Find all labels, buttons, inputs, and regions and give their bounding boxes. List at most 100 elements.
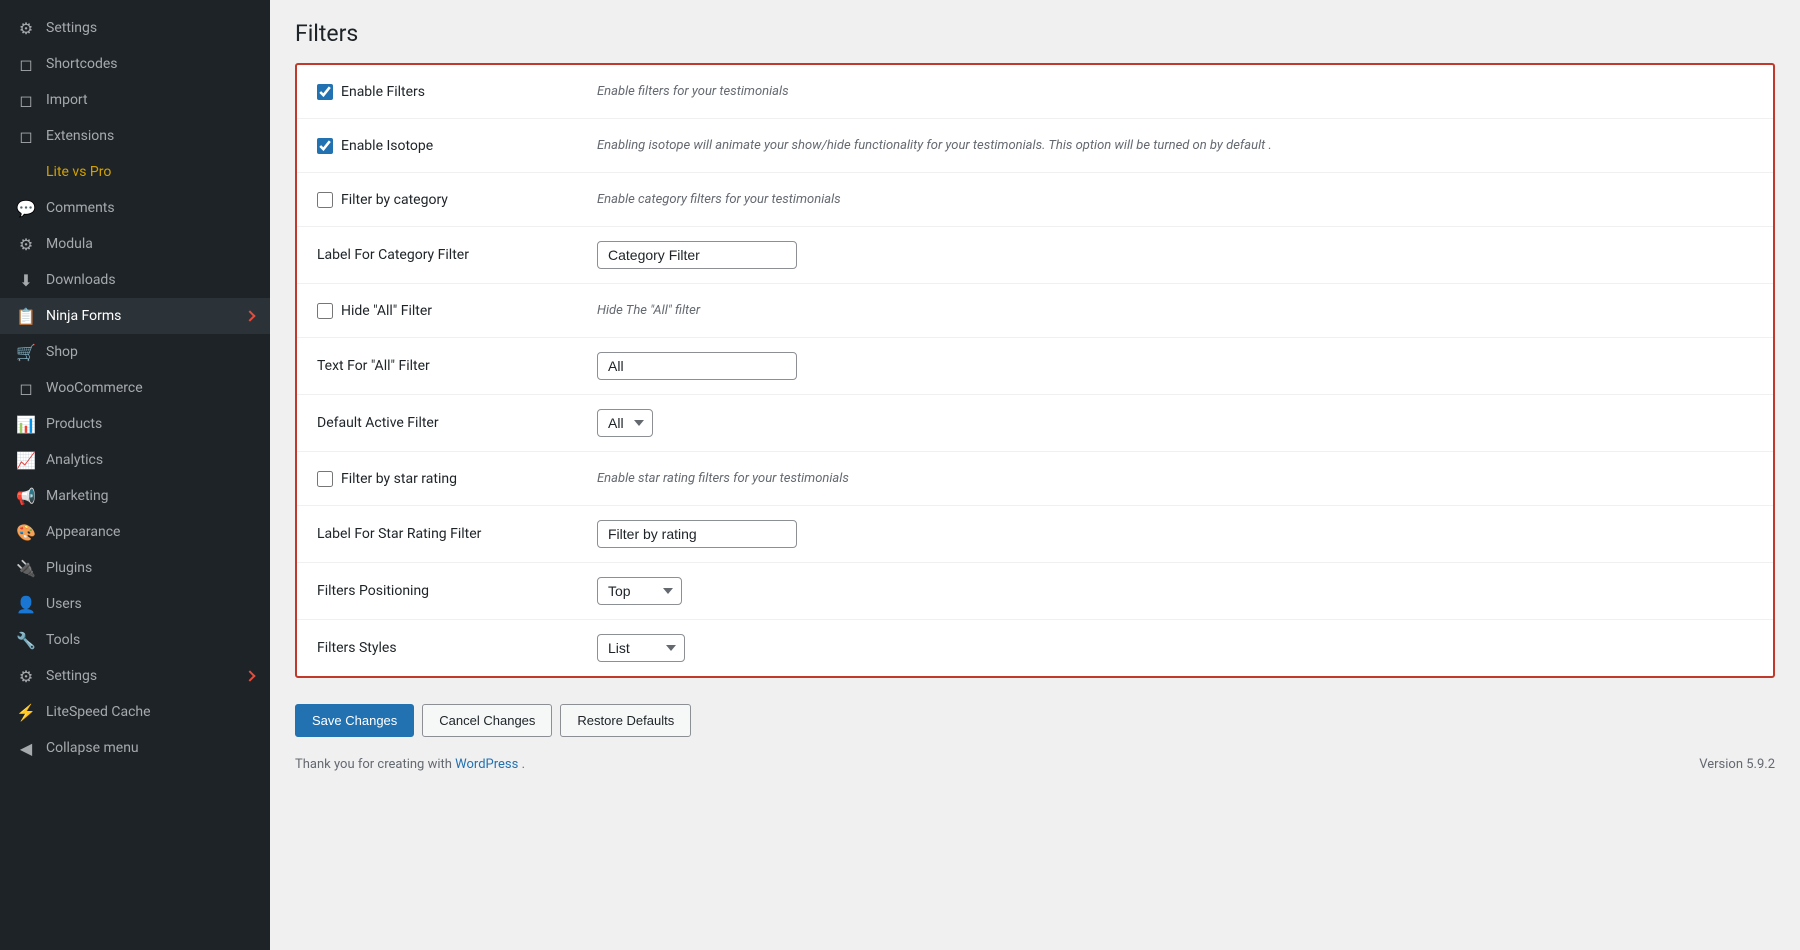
filter-row-label-star-rating-filter: Label For Star Rating Filter bbox=[297, 506, 1773, 563]
footer-version: Version 5.9.2 bbox=[1699, 757, 1775, 772]
sidebar-label-settings: Settings bbox=[46, 20, 97, 36]
filter-by-star-rating-checkbox[interactable] bbox=[317, 471, 333, 487]
filter-by-star-rating-label: Filter by star rating bbox=[341, 471, 457, 487]
save-changes-button[interactable]: Save Changes bbox=[295, 704, 414, 737]
sidebar-item-analytics[interactable]: 📈Analytics bbox=[0, 442, 270, 478]
sidebar-item-settings[interactable]: ⚙ Settings bbox=[0, 10, 270, 46]
filter-by-category-description: Enable category filters for your testimo… bbox=[597, 192, 841, 207]
filters-styles-label: Filters Styles bbox=[317, 640, 397, 656]
sidebar-item-appearance[interactable]: 🎨 Appearance bbox=[0, 514, 270, 550]
sidebar-item-plugins[interactable]: 🔌Plugins bbox=[0, 550, 270, 586]
sidebar-label-litespeed: LiteSpeed Cache bbox=[46, 704, 151, 720]
sidebar-label-lite-vs-pro: Lite vs Pro bbox=[46, 164, 111, 180]
filters-positioning-label: Filters Positioning bbox=[317, 583, 429, 599]
ninja-forms-icon: 📋 bbox=[16, 306, 36, 326]
sidebar-item-ninja-forms[interactable]: 📋 Ninja Forms bbox=[0, 298, 270, 334]
litespeed-icon: ⚡ bbox=[16, 702, 36, 722]
filter-by-category-checkbox[interactable] bbox=[317, 192, 333, 208]
collapse-icon: ◀ bbox=[16, 738, 36, 758]
downloads-icon: ⬇ bbox=[16, 270, 36, 290]
sidebar-item-products[interactable]: 📊 Products bbox=[0, 406, 270, 442]
filter-row-text-all-filter: Text For "All" Filter bbox=[297, 338, 1773, 395]
tools-icon: 🔧 bbox=[16, 630, 36, 650]
sidebar-item-litespeed[interactable]: ⚡ LiteSpeed Cache bbox=[0, 694, 270, 730]
marketing-icon: 📢 bbox=[16, 486, 36, 506]
sidebar-item-marketing[interactable]: 📢 Marketing bbox=[0, 478, 270, 514]
label-star-rating-filter-input[interactable] bbox=[597, 520, 797, 548]
filters-styles-select[interactable]: ListButtons bbox=[597, 634, 685, 662]
sidebar-item-users[interactable]: 👤Users bbox=[0, 586, 270, 622]
lite-vs-pro-icon bbox=[16, 162, 36, 182]
sidebar-item-extensions[interactable]: ◻ Extensions bbox=[0, 118, 270, 154]
sidebar-label-import: Import bbox=[46, 92, 88, 108]
default-active-filter-label: Default Active Filter bbox=[317, 415, 439, 431]
filter-row-filter-by-category: Filter by categoryEnable category filter… bbox=[297, 173, 1773, 227]
filter-row-label-category-filter: Label For Category Filter bbox=[297, 227, 1773, 284]
enable-filters-description: Enable filters for your testimonials bbox=[597, 84, 789, 99]
sidebar-label-shop: Shop bbox=[46, 344, 78, 360]
woocommerce-icon: ◻ bbox=[16, 378, 36, 398]
text-all-filter-label: Text For "All" Filter bbox=[317, 358, 430, 374]
sidebar-item-shortcodes[interactable]: ◻ Shortcodes bbox=[0, 46, 270, 82]
shortcodes-icon: ◻ bbox=[16, 54, 36, 74]
label-category-filter-label: Label For Category Filter bbox=[317, 247, 469, 263]
settings2-icon: ⚙ bbox=[16, 666, 36, 686]
enable-isotope-label: Enable Isotope bbox=[341, 138, 433, 154]
hide-all-filter-checkbox[interactable] bbox=[317, 303, 333, 319]
enable-filters-checkbox[interactable] bbox=[317, 84, 333, 100]
products-icon: 📊 bbox=[16, 414, 36, 434]
extensions-icon: ◻ bbox=[16, 126, 36, 146]
default-active-filter-select[interactable]: All bbox=[597, 409, 653, 437]
sidebar-item-woocommerce[interactable]: ◻WooCommerce bbox=[0, 370, 270, 406]
comments-icon: 💬 bbox=[16, 198, 36, 218]
plugins-icon: 🔌 bbox=[16, 558, 36, 578]
sidebar: ⚙ Settings ◻ Shortcodes ◻ Import ◻ Extensions Li… bbox=[0, 0, 270, 950]
enable-filters-label: Enable Filters bbox=[341, 84, 425, 100]
filter-row-filter-by-star-rating: Filter by star rating Enable star rating … bbox=[297, 452, 1773, 506]
footer-bar: Thank you for creating with WordPress . … bbox=[295, 747, 1775, 772]
filter-by-star-rating-description: Enable star rating filters for your test… bbox=[597, 471, 849, 486]
settings-icon: ⚙ bbox=[16, 18, 36, 38]
sidebar-label-comments: Comments bbox=[46, 200, 115, 216]
button-row: Save Changes Cancel Changes Restore Defa… bbox=[295, 694, 1775, 747]
wordpress-link[interactable]: WordPress bbox=[455, 757, 518, 772]
label-category-filter-input[interactable] bbox=[597, 241, 797, 269]
filter-row-enable-filters: Enable Filters Enable filters for your te… bbox=[297, 65, 1773, 119]
sidebar-label-shortcodes: Shortcodes bbox=[46, 56, 118, 72]
sidebar-item-tools[interactable]: 🔧Tools bbox=[0, 622, 270, 658]
sidebar-item-shop[interactable]: 🛒 Shop bbox=[0, 334, 270, 370]
text-all-filter-input[interactable] bbox=[597, 352, 797, 380]
shop-icon: 🛒 bbox=[16, 342, 36, 362]
sidebar-label-appearance: Appearance bbox=[46, 524, 120, 540]
enable-isotope-checkbox[interactable] bbox=[317, 138, 333, 154]
sidebar-item-comments[interactable]: 💬 Comments bbox=[0, 190, 270, 226]
sidebar-label-collapse: Collapse menu bbox=[46, 740, 139, 756]
arrow-icon bbox=[244, 670, 255, 681]
sidebar-label-settings2: Settings bbox=[46, 668, 97, 684]
sidebar-label-modula: Modula bbox=[46, 236, 93, 252]
filter-row-default-active-filter: Default Active Filter All bbox=[297, 395, 1773, 452]
sidebar-label-extensions: Extensions bbox=[46, 128, 114, 144]
sidebar-item-downloads[interactable]: ⬇ Downloads bbox=[0, 262, 270, 298]
sidebar-item-collapse[interactable]: ◀ Collapse menu bbox=[0, 730, 270, 766]
main-content: Filters Enable FiltersEnable filters for… bbox=[270, 0, 1800, 950]
sidebar-label-analytics: Analytics bbox=[46, 452, 103, 468]
sidebar-label-products: Products bbox=[46, 416, 102, 432]
sidebar-label-marketing: Marketing bbox=[46, 488, 109, 504]
sidebar-item-lite-vs-pro[interactable]: Lite vs Pro bbox=[0, 154, 270, 190]
import-icon: ◻ bbox=[16, 90, 36, 110]
sidebar-item-import[interactable]: ◻ Import bbox=[0, 82, 270, 118]
sidebar-item-modula[interactable]: ⚙ Modula bbox=[0, 226, 270, 262]
restore-defaults-button[interactable]: Restore Defaults bbox=[560, 704, 691, 737]
enable-isotope-description: Enabling isotope will animate your show/… bbox=[597, 138, 1272, 153]
appearance-icon: 🎨 bbox=[16, 522, 36, 542]
filter-row-filters-styles: Filters Styles ListButtons bbox=[297, 620, 1773, 676]
sidebar-item-settings2[interactable]: ⚙ Settings bbox=[0, 658, 270, 694]
filters-positioning-select[interactable]: TopBottom bbox=[597, 577, 682, 605]
cancel-changes-button[interactable]: Cancel Changes bbox=[422, 704, 552, 737]
modula-icon: ⚙ bbox=[16, 234, 36, 254]
sidebar-label-downloads: Downloads bbox=[46, 272, 116, 288]
sidebar-label-ninja-forms: Ninja Forms bbox=[46, 308, 121, 324]
filter-row-hide-all-filter: Hide "All" FilterHide The "All" filter bbox=[297, 284, 1773, 338]
arrow-icon bbox=[244, 310, 255, 321]
